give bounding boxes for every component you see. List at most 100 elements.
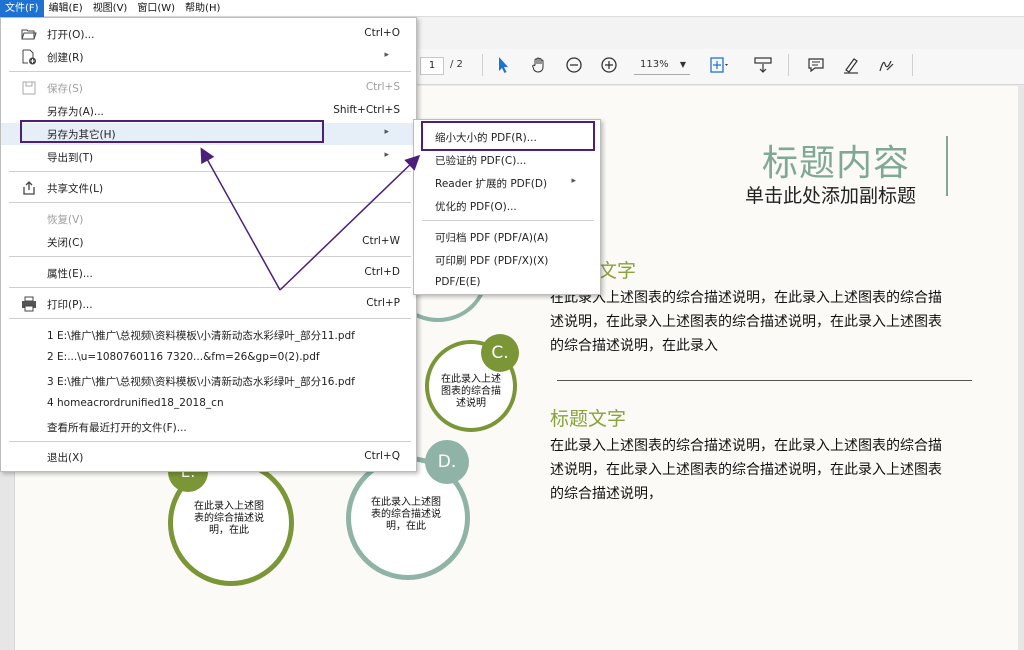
circle-c-badge: C. xyxy=(481,334,519,372)
menu-item-properties-shortcut: Ctrl+D xyxy=(364,266,400,278)
menu-item-create-label: 创建(R) xyxy=(47,52,84,64)
menu-item-close[interactable]: 关闭(C) Ctrl+W xyxy=(1,231,416,253)
highlight-pen-icon[interactable] xyxy=(840,54,862,76)
create-pdf-icon xyxy=(21,49,37,65)
chevron-right-icon: ▸ xyxy=(384,150,389,160)
menu-help[interactable]: 帮助(H) xyxy=(180,0,225,17)
file-menu: 打开(O)... Ctrl+O 创建(R) ▸ 保存(S) Ctrl+S 另存为… xyxy=(0,17,417,472)
menu-separator xyxy=(9,256,411,257)
menu-item-print[interactable]: 打印(P)... Ctrl+P xyxy=(1,293,416,315)
title-accent-bar xyxy=(946,136,948,196)
submenu-item-pdf-x[interactable]: 可印刷 PDF (PDF/X)(X) xyxy=(414,248,600,270)
menu-item-recent-4[interactable]: 4 homeacrordrunified18_2018_cn xyxy=(1,393,416,415)
sign-icon[interactable] xyxy=(875,54,897,76)
section1-title: 文字 xyxy=(598,260,637,282)
menu-item-share-file-label: 共享文件(L) xyxy=(47,183,104,195)
toolbar-separator xyxy=(788,54,789,76)
submenu-item-certified-pdf[interactable]: 已验证的 PDF(C)... xyxy=(414,148,600,170)
menu-item-export-to[interactable]: 导出到(T) ▸ xyxy=(1,146,416,168)
section2-text: 在此录入上述图表的综合描述说明，在此录入上述图表的综合描述说明，在此录入上述图表… xyxy=(550,438,942,502)
menu-item-recent-2[interactable]: 2 E:...\u=1080760116 7320...&fm=26&gp=0(… xyxy=(1,347,416,369)
document-title: 标题内容 xyxy=(762,143,911,184)
submenu-item-label: 可印刷 PDF (PDF/X)(X) xyxy=(435,255,549,267)
menu-item-view-all-recent[interactable]: 查看所有最近打开的文件(F)... xyxy=(1,416,416,438)
menu-file[interactable]: 文件(F) xyxy=(0,0,44,17)
chevron-right-icon: ▸ xyxy=(384,127,389,137)
recent-file-label: 4 homeacrordrunified18_2018_cn xyxy=(47,397,224,409)
share-icon xyxy=(21,180,37,196)
submenu-item-reader-extended-pdf[interactable]: Reader 扩展的 PDF(D) ▸ xyxy=(414,171,600,193)
menu-edit[interactable]: 编辑(E) xyxy=(44,0,88,17)
menu-item-revert[interactable]: 恢复(V) xyxy=(1,208,416,230)
menu-bar: 文件(F) 编辑(E) 视图(V) 窗口(W) 帮助(H) xyxy=(0,0,1024,17)
menu-item-open-label: 打开(O)... xyxy=(47,29,95,41)
submenu-item-label: 已验证的 PDF(C)... xyxy=(435,155,527,167)
submenu-item-pdf-e[interactable]: PDF/E(E) xyxy=(414,271,600,293)
menu-item-save-as-label: 另存为(A)... xyxy=(47,106,104,118)
menu-separator xyxy=(422,220,594,221)
menu-window[interactable]: 窗口(W) xyxy=(132,0,180,17)
menu-item-save-as[interactable]: 另存为(A)... Shift+Ctrl+S xyxy=(1,100,416,122)
recent-file-label: 2 E:...\u=1080760116 7320...&fm=26&gp=0(… xyxy=(47,351,320,363)
menu-item-export-to-label: 导出到(T) xyxy=(47,152,94,164)
select-pointer-icon[interactable] xyxy=(492,54,514,76)
menu-item-print-label: 打印(P)... xyxy=(47,299,93,311)
zoom-in-icon[interactable] xyxy=(598,54,620,76)
chevron-right-icon: ▸ xyxy=(384,50,389,60)
menu-item-properties[interactable]: 属性(E)... Ctrl+D xyxy=(1,262,416,284)
menu-item-exit-shortcut: Ctrl+Q xyxy=(364,450,400,462)
circle-c-text: 在此录入上述图表的综合描述说明 xyxy=(441,374,501,409)
circle-d-badge: D. xyxy=(425,440,469,484)
submenu-item-label: 可归档 PDF (PDF/A)(A) xyxy=(435,232,549,244)
menu-item-open-shortcut: Ctrl+O xyxy=(364,27,400,39)
zoom-level-select[interactable]: 113% ▼ xyxy=(634,57,690,75)
submenu-item-label: Reader 扩展的 PDF(D) xyxy=(435,178,548,190)
zoom-level-value: 113% xyxy=(640,59,669,70)
menu-item-properties-label: 属性(E)... xyxy=(47,268,93,280)
hand-tool-icon[interactable] xyxy=(528,54,550,76)
page-number-input[interactable]: 1 xyxy=(420,57,444,75)
menu-item-exit[interactable]: 退出(X) Ctrl+Q xyxy=(1,446,416,468)
menu-item-recent-3[interactable]: 3 E:\推广\推广\总视频\资料模板\小清新动态水彩绿叶_部分16.pdf xyxy=(1,370,416,392)
menu-item-create[interactable]: 创建(R) ▸ xyxy=(1,46,416,68)
page-total: / 2 xyxy=(450,59,463,70)
menu-item-open[interactable]: 打开(O)... Ctrl+O xyxy=(1,23,416,45)
menu-item-recent-1[interactable]: 1 E:\推广\推广\总视频\资料模板\小清新动态水彩绿叶_部分11.pdf xyxy=(1,324,416,346)
submenu-item-label: PDF/E(E) xyxy=(435,276,481,288)
section1-text: 在此录入上述图表的综合描述说明，在此录入上述图表的综合描述说明，在此录入上述图表… xyxy=(550,290,942,354)
menu-item-save-label: 保存(S) xyxy=(47,83,83,95)
menu-separator xyxy=(9,171,411,172)
menu-item-close-label: 关闭(C) xyxy=(47,237,84,249)
zoom-out-icon[interactable] xyxy=(563,54,585,76)
chevron-down-icon: ▼ xyxy=(679,60,686,69)
menu-item-view-all-recent-label: 查看所有最近打开的文件(F)... xyxy=(47,422,187,434)
menu-separator xyxy=(9,318,411,319)
menu-separator xyxy=(9,441,411,442)
menu-item-revert-label: 恢复(V) xyxy=(47,214,84,226)
toolbar-separator xyxy=(912,54,913,76)
menu-separator xyxy=(9,202,411,203)
fit-page-icon[interactable] xyxy=(708,54,730,76)
submenu-item-optimized-pdf[interactable]: 优化的 PDF(O)... xyxy=(414,194,600,216)
submenu-item-label: 优化的 PDF(O)... xyxy=(435,201,517,213)
scroll-mode-icon[interactable] xyxy=(752,54,774,76)
folder-open-icon xyxy=(21,26,37,42)
save-icon xyxy=(21,80,37,96)
section2-title: 标题文字 xyxy=(550,408,627,430)
menu-item-save[interactable]: 保存(S) Ctrl+S xyxy=(1,77,416,99)
document-subtitle: 单击此处添加副标题 xyxy=(745,185,917,207)
menu-item-save-as-shortcut: Shift+Ctrl+S xyxy=(333,104,400,116)
menu-item-share-file[interactable]: 共享文件(L) xyxy=(1,177,416,199)
menu-view[interactable]: 视图(V) xyxy=(88,0,133,17)
menu-item-exit-label: 退出(X) xyxy=(47,452,84,464)
menu-item-print-shortcut: Ctrl+P xyxy=(366,297,400,309)
recent-file-label: 3 E:\推广\推广\总视频\资料模板\小清新动态水彩绿叶_部分16.pdf xyxy=(47,376,355,388)
comment-icon[interactable] xyxy=(805,54,827,76)
circle-e-text: 在此录入上述图表的综合描述说明，在此 xyxy=(194,501,264,536)
submenu-item-pdf-a[interactable]: 可归档 PDF (PDF/A)(A) xyxy=(414,225,600,247)
menu-separator xyxy=(9,71,411,72)
printer-icon xyxy=(21,296,37,312)
recent-file-label: 1 E:\推广\推广\总视频\资料模板\小清新动态水彩绿叶_部分11.pdf xyxy=(47,330,355,342)
menu-item-save-shortcut: Ctrl+S xyxy=(365,81,400,93)
toolbar-separator xyxy=(482,54,483,76)
